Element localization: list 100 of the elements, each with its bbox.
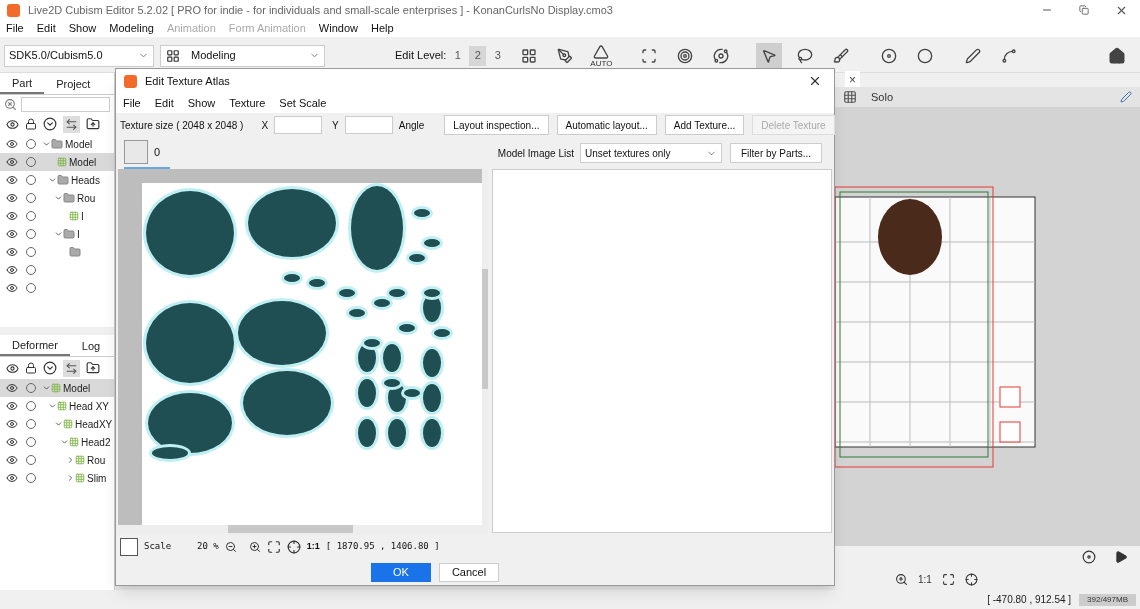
tree-row[interactable]: Slim — [0, 469, 114, 487]
eye-icon[interactable] — [6, 246, 18, 258]
swap-button[interactable] — [63, 359, 80, 377]
tree-row[interactable]: Rou — [0, 451, 114, 469]
collapse-icon[interactable] — [43, 361, 57, 375]
record-icon[interactable] — [1082, 550, 1096, 564]
chevron-icon[interactable] — [66, 455, 75, 465]
fit-icon[interactable] — [941, 572, 955, 586]
scrollbar-thumb[interactable] — [482, 269, 488, 389]
fit-icon[interactable] — [266, 540, 281, 554]
menu-item[interactable]: Show — [68, 20, 97, 37]
y-field[interactable] — [344, 116, 393, 134]
panel-tab[interactable]: Project — [44, 74, 103, 94]
triangle-tool-button[interactable]: AUTO — [588, 42, 615, 69]
swap-button[interactable] — [63, 115, 80, 133]
dialog-title: Edit Texture Atlas — [145, 73, 230, 89]
cancel-button[interactable]: Cancel — [439, 562, 499, 582]
close-icon[interactable] — [808, 74, 822, 88]
model-image-list-select[interactable]: Unset textures only — [580, 143, 722, 163]
tree-row[interactable]: Heads — [0, 171, 114, 189]
tree-row[interactable]: Model — [0, 379, 114, 397]
eye-icon[interactable] — [6, 400, 18, 412]
canvas-coordinates: [ 1870.95 , 1406.80 ] — [325, 540, 440, 554]
restore-icon[interactable] — [1079, 5, 1089, 15]
chevron-icon[interactable] — [54, 229, 63, 239]
menu-item[interactable]: Edit — [154, 94, 174, 112]
chevron-icon[interactable] — [42, 139, 51, 149]
x-field[interactable] — [274, 116, 323, 134]
toolbar-button[interactable]: Layout inspection... — [444, 115, 549, 135]
grid-icon[interactable] — [843, 90, 857, 104]
lock-icon[interactable] — [25, 118, 37, 130]
zoom-in-icon[interactable] — [895, 572, 908, 586]
grid-icon — [69, 437, 79, 447]
menu-item[interactable]: Edit — [36, 20, 56, 37]
export-icon[interactable] — [86, 117, 100, 131]
menu-item[interactable]: Help — [370, 20, 394, 37]
eye-icon[interactable] — [6, 210, 18, 222]
tree-label: I — [77, 227, 80, 242]
tree-row[interactable]: I — [0, 207, 114, 225]
tree-row[interactable]: Model — [0, 153, 114, 171]
panel-tab[interactable]: Deformer — [0, 336, 70, 356]
eye-icon[interactable] — [6, 117, 19, 131]
eye-icon[interactable] — [6, 454, 18, 466]
search-field[interactable] — [21, 96, 110, 112]
edit-level-button[interactable]: 2 — [469, 45, 487, 66]
eye-icon[interactable] — [6, 138, 18, 150]
eye-icon[interactable] — [6, 418, 18, 430]
home-icon[interactable] — [1108, 46, 1126, 65]
color-swatch[interactable] — [120, 538, 138, 556]
eye-icon[interactable] — [6, 436, 18, 448]
pointer-tool-button[interactable] — [756, 42, 783, 69]
zoom-in-icon[interactable] — [248, 541, 261, 553]
tree-row[interactable]: I — [0, 225, 114, 243]
ok-button[interactable]: OK — [371, 562, 431, 582]
panel-tab[interactable]: Part — [0, 74, 45, 94]
edit-level-button[interactable]: 3 — [489, 45, 507, 66]
play-icon[interactable] — [1114, 550, 1128, 564]
menu-item[interactable]: Modeling — [109, 20, 154, 37]
tree-row[interactable]: Head XY — [0, 397, 114, 415]
export-icon[interactable] — [86, 361, 100, 375]
warp-grid-icon — [641, 47, 658, 64]
mode-select[interactable]: Modeling — [160, 44, 325, 67]
edit-level-button[interactable]: 1 — [449, 45, 467, 66]
collapse-icon[interactable] — [43, 117, 57, 131]
eye-icon[interactable] — [6, 382, 18, 394]
chevron-icon[interactable] — [66, 473, 75, 483]
zoom-ratio[interactable]: 1:1 — [918, 571, 932, 587]
tree-row[interactable]: Model — [0, 135, 114, 153]
menu-item[interactable]: Set Scale — [279, 94, 327, 112]
eye-icon[interactable] — [6, 228, 18, 240]
toolbar-button[interactable]: Add Texture... — [664, 115, 745, 135]
sdk-select[interactable]: SDK5.0/Cubism5.0 — [4, 44, 154, 67]
eye-icon[interactable] — [6, 192, 18, 204]
crosshair-icon[interactable] — [964, 572, 978, 586]
tree-label: Model — [65, 137, 93, 152]
solo-label[interactable]: Solo — [871, 88, 894, 106]
scrollbar-thumb[interactable] — [228, 525, 353, 533]
toolbar-button[interactable]: Automatic layout... — [556, 115, 657, 135]
filter-button[interactable]: Filter by Parts... — [730, 143, 822, 163]
zoom-out-icon[interactable] — [224, 541, 237, 553]
eye-icon[interactable] — [6, 264, 18, 276]
ratio-button[interactable]: 1:1 — [306, 540, 320, 554]
eye-icon[interactable] — [6, 361, 19, 375]
eye-icon[interactable] — [6, 156, 18, 168]
eye-icon[interactable] — [6, 174, 18, 186]
crosshair-icon[interactable] — [286, 540, 301, 554]
filter-icon[interactable] — [4, 97, 17, 111]
menu-item[interactable]: Texture — [229, 94, 266, 112]
eye-icon[interactable] — [6, 282, 18, 294]
menu-item[interactable]: File — [123, 94, 141, 112]
menu-item[interactable]: File — [6, 20, 24, 37]
tree-row[interactable]: Rou — [0, 189, 114, 207]
tree-row[interactable]: Head2 — [0, 433, 114, 451]
eye-icon[interactable] — [6, 472, 18, 484]
menu-item[interactable]: Show — [187, 94, 216, 112]
panel-tab[interactable]: Log — [69, 336, 113, 356]
menu-item[interactable]: Window — [318, 20, 358, 37]
pen-icon[interactable] — [1120, 91, 1132, 103]
tree-row[interactable]: HeadXY — [0, 415, 114, 433]
lock-icon[interactable] — [25, 362, 37, 374]
